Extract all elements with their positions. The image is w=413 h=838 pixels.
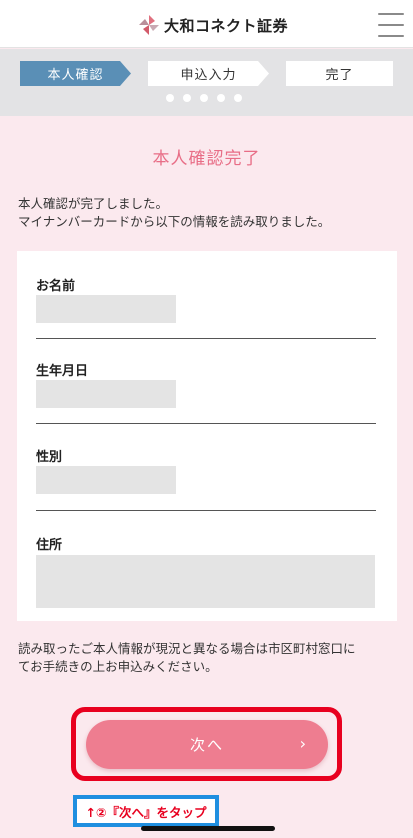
progress-dot [183, 94, 191, 102]
birthdate-label: 生年月日 [36, 364, 89, 379]
chevron-right-icon: › [299, 734, 308, 753]
home-indicator [141, 826, 275, 831]
annotation-text: ↑②『次へ』をタップ [85, 804, 207, 820]
birthdate-value [36, 380, 176, 408]
step-application-input: 申込入力 [148, 61, 269, 86]
divider [36, 338, 376, 339]
tap-instruction-annotation: ↑②『次へ』をタップ [73, 795, 219, 827]
progress-stepbar: 本人確認 申込入力 完了 [0, 49, 413, 116]
divider [36, 510, 376, 511]
completion-message: 本人確認が完了しました。 マイナンバーカードから以下の情報を読み取りました。 [18, 195, 398, 231]
step-complete: 完了 [286, 61, 393, 86]
divider [36, 423, 376, 424]
app-header: 大和コネクト証券 [0, 0, 413, 48]
note-line-1: 読み取ったご本人情報が現況と異なる場合は市区町村窓口に [18, 641, 356, 656]
step-identity-verification: 本人確認 [20, 61, 131, 86]
message-line-1: 本人確認が完了しました。 [18, 196, 169, 211]
progress-dot [217, 94, 225, 102]
brand-name: 大和コネクト証券 [164, 16, 289, 35]
progress-dots [166, 94, 251, 102]
next-button-label: 次へ [189, 736, 224, 754]
mismatch-note: 読み取ったご本人情報が現況と異なる場合は市区町村窓口に てお手続きの上お申込みく… [18, 640, 400, 676]
progress-dot [234, 94, 242, 102]
gender-value [36, 466, 176, 494]
address-label: 住所 [36, 538, 63, 553]
brand-logo[interactable]: 大和コネクト証券 [138, 12, 288, 38]
gender-label: 性別 [36, 450, 63, 465]
next-button[interactable]: 次へ › [86, 720, 328, 769]
daiwa-connect-logo-icon [139, 15, 159, 35]
name-value [36, 295, 176, 323]
progress-dot [200, 94, 208, 102]
address-value [36, 555, 375, 608]
hamburger-menu-icon[interactable] [378, 13, 404, 37]
name-label: お名前 [36, 279, 76, 294]
page-title: 本人確認完了 [152, 149, 261, 169]
message-line-2: マイナンバーカードから以下の情報を読み取りました。 [18, 214, 331, 229]
note-line-2: てお手続きの上お申込みください。 [18, 659, 218, 674]
read-info-card: お名前 生年月日 性別 住所 [17, 251, 397, 621]
progress-dot [166, 94, 174, 102]
